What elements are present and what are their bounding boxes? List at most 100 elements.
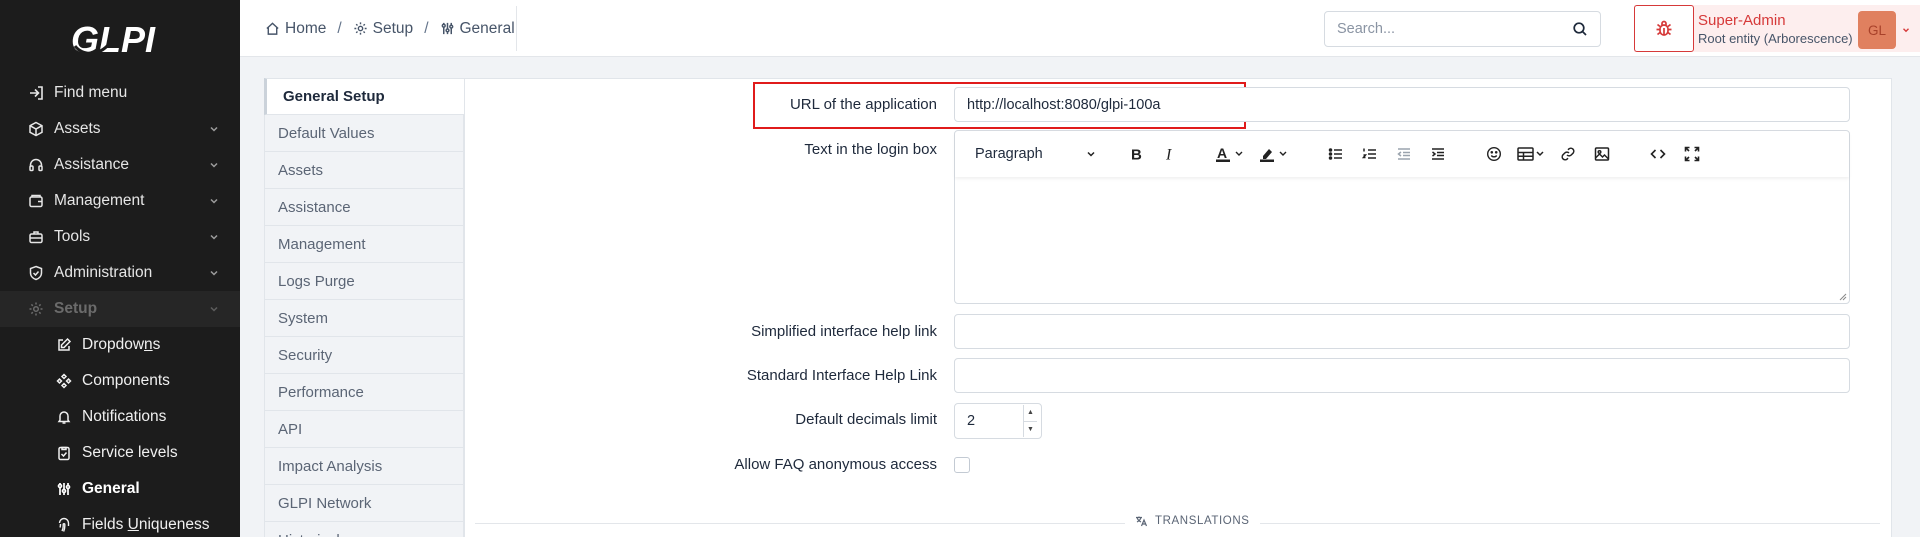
breadcrumb-separator: / [337,19,342,37]
shield-check-icon [28,265,44,281]
indent-icon[interactable] [1421,139,1455,169]
tab-historical[interactable]: Historical [264,522,464,537]
table-icon[interactable] [1511,139,1551,169]
breadcrumb-setup[interactable]: Setup [353,20,413,38]
wallet-icon [28,193,44,209]
image-icon[interactable] [1585,139,1619,169]
sidebar-item-fields-uniqueness[interactable]: Fields Uniqueness [0,507,240,537]
bug-icon [1656,20,1672,36]
sidebar-item-administration[interactable]: Administration [0,255,240,291]
sidebar-item-service-levels[interactable]: Service levels [0,435,240,471]
emoji-icon[interactable] [1477,139,1511,169]
sidebar-item-assets[interactable]: Assets [0,111,240,147]
breadcrumb: Home / Setup / General [265,0,515,57]
breadcrumb-home[interactable]: Home [265,20,326,38]
sidebar-item-components[interactable]: Components [0,363,240,399]
setup-submenu: Dropdowns Components Notifications Servi… [0,327,240,537]
fingerprint-icon [56,517,72,533]
sidebar-item-label: Components [82,372,170,389]
setup-tab-list: General Setup Default Values Assets Assi… [264,78,464,537]
sidebar-item-label: Administration [54,264,153,281]
chevron-down-icon [210,126,218,132]
arrow-right-to-bracket-icon [28,85,44,101]
sidebar-item-setup[interactable]: Setup [0,291,240,327]
global-search[interactable] [1324,11,1601,47]
chevron-down-icon [210,306,218,312]
simplified-help-label: Simplified interface help link [751,323,937,340]
sidebar-item-tools[interactable]: Tools [0,219,240,255]
decimals-input[interactable] [955,413,1023,429]
code-icon[interactable] [1641,139,1675,169]
breadcrumb-general[interactable]: General [440,20,515,38]
search-icon[interactable] [1572,21,1588,37]
stepper-up-icon[interactable]: ▲ [1024,405,1037,422]
sidebar-item-assistance[interactable]: Assistance [0,147,240,183]
search-input[interactable] [1337,21,1572,37]
sidebar-item-management[interactable]: Management [0,183,240,219]
editor-toolbar: Paragraph B I A [955,131,1849,177]
chevron-down-icon [210,162,218,168]
tab-management[interactable]: Management [264,226,464,263]
tab-logs-purge[interactable]: Logs Purge [264,263,464,300]
user-menu[interactable]: Super-Admin Root entity (Arborescence) G… [1634,5,1920,52]
decimals-label: Default decimals limit [795,411,937,428]
outdent-icon[interactable] [1387,139,1421,169]
debug-mode-button[interactable] [1634,5,1694,52]
chevron-down-icon [210,198,218,204]
tab-system[interactable]: System [264,300,464,337]
simplified-help-input[interactable] [954,314,1850,349]
sidebar-item-label: Dropdowns [82,336,161,353]
italic-icon[interactable]: I [1153,139,1187,169]
resize-handle-icon[interactable] [1837,291,1847,301]
tab-glpi-network[interactable]: GLPI Network [264,485,464,522]
tab-assistance[interactable]: Assistance [264,189,464,226]
user-name[interactable]: Super-Admin [1698,12,1786,29]
tab-general-setup[interactable]: General Setup [264,78,464,115]
login-text-label: Text in the login box [804,141,937,158]
standard-help-input[interactable] [954,358,1850,393]
tab-assets[interactable]: Assets [264,152,464,189]
page-scrollbar[interactable] [1892,57,1920,537]
standard-help-label: Standard Interface Help Link [746,367,937,384]
headset-icon [28,157,44,173]
edit-icon [56,337,72,353]
highlight-icon[interactable] [1253,139,1297,169]
faq-anonymous-checkbox[interactable] [954,457,970,473]
avatar[interactable]: GL [1858,11,1896,49]
paragraph-format-select[interactable]: Paragraph [967,139,1097,169]
bullet-list-icon[interactable] [1319,139,1353,169]
bold-icon[interactable]: B [1119,139,1153,169]
user-entity[interactable]: Root entity (Arborescence) [1698,31,1853,46]
glpi-logo[interactable]: GLPI [0,0,240,75]
sidebar: GLPI Find menu Assets Assistance Managem… [0,0,240,537]
chevron-down-icon[interactable] [1901,25,1911,35]
sidebar-item-notifications[interactable]: Notifications [0,399,240,435]
cube-icon [28,121,44,137]
tab-performance[interactable]: Performance [264,374,464,411]
sidebar-item-general[interactable]: General [0,471,240,507]
sidebar-item-label: Management [54,192,145,209]
decimals-stepper[interactable]: ▲ ▼ [954,403,1042,439]
tab-security[interactable]: Security [264,337,464,374]
tab-impact-analysis[interactable]: Impact Analysis [264,448,464,485]
text-color-icon[interactable]: A [1209,139,1253,169]
numbered-list-icon[interactable] [1353,139,1387,169]
gear-icon [354,22,367,35]
sidebar-item-dropdowns[interactable]: Dropdowns [0,327,240,363]
url-input[interactable] [954,87,1850,122]
sidebar-item-label: Assistance [54,156,129,173]
fullscreen-icon[interactable] [1675,139,1709,169]
svg-text:I: I [1165,147,1172,163]
breadcrumb-divider [516,6,517,51]
stepper-down-icon[interactable]: ▼ [1024,422,1037,438]
find-menu-item[interactable]: Find menu [0,75,240,111]
svg-text:A: A [1217,146,1227,161]
login-text-editor[interactable]: Paragraph B I A [954,130,1850,304]
sidebar-item-label: Assets [54,120,101,137]
clipboard-check-icon [56,445,72,461]
link-icon[interactable] [1551,139,1585,169]
tab-api[interactable]: API [264,411,464,448]
home-icon [266,22,279,35]
chevron-down-icon [210,234,218,240]
tab-default-values[interactable]: Default Values [264,115,464,152]
